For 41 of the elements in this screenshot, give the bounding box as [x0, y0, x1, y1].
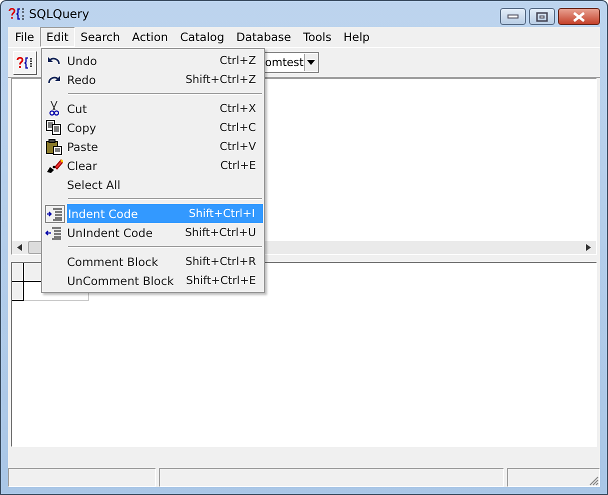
menu-item[interactable]: Action — [126, 27, 174, 47]
clipboard-icon — [46, 138, 62, 154]
maximize-icon — [536, 12, 548, 22]
scroll-left-icon[interactable] — [17, 244, 22, 251]
unindent-icon — [45, 224, 63, 240]
eraser-icon — [46, 158, 62, 174]
maximize-button[interactable] — [529, 8, 555, 25]
menu-item[interactable]: Help — [337, 27, 376, 47]
menu-item[interactable]: Search — [74, 27, 126, 47]
menu-entry[interactable]: Select All — [42, 175, 264, 194]
menu-item[interactable]: Tools — [297, 27, 338, 47]
indent-icon — [45, 204, 65, 222]
app-icon — [8, 7, 26, 21]
menu-item[interactable]: Catalog — [174, 27, 230, 47]
menu-entry[interactable]: Clear Ctrl+E — [42, 156, 264, 175]
query-button[interactable] — [13, 50, 37, 74]
close-icon — [572, 12, 586, 22]
redo-icon — [47, 74, 61, 84]
menu-entry[interactable]: Redo Shift+Ctrl+Z — [42, 70, 264, 89]
copy-icon — [46, 120, 62, 135]
database-combo[interactable]: omtest — [262, 52, 319, 73]
menu-item[interactable]: Edit — [40, 27, 75, 47]
menu-entry[interactable]: Undo Ctrl+Z — [42, 51, 264, 70]
query-icon — [16, 56, 34, 70]
dropdown-arrow-icon — [307, 60, 316, 65]
undo-icon — [47, 56, 61, 66]
menu-item[interactable]: File — [9, 27, 40, 47]
menu-entry[interactable]: Copy Ctrl+C — [42, 118, 264, 137]
window-title: SQLQuery — [29, 7, 90, 21]
minimize-button[interactable] — [500, 8, 526, 25]
menu-entry[interactable]: UnComment Block Shift+Ctrl+E — [42, 271, 264, 290]
menu-entry[interactable]: Comment Block Shift+Ctrl+R — [42, 252, 264, 271]
close-button[interactable] — [558, 8, 600, 25]
menu-entry[interactable]: Paste Ctrl+V — [42, 137, 264, 156]
minimize-icon — [507, 14, 519, 20]
menu-entry[interactable]: UnIndent Code Shift+Ctrl+U — [42, 223, 264, 242]
scroll-right-icon[interactable] — [586, 244, 591, 251]
resize-grip-icon[interactable] — [588, 475, 599, 486]
menu-entry[interactable]: Cut Ctrl+X — [42, 99, 264, 118]
menu-item[interactable]: Database — [230, 27, 298, 47]
scissors-icon — [49, 101, 59, 116]
